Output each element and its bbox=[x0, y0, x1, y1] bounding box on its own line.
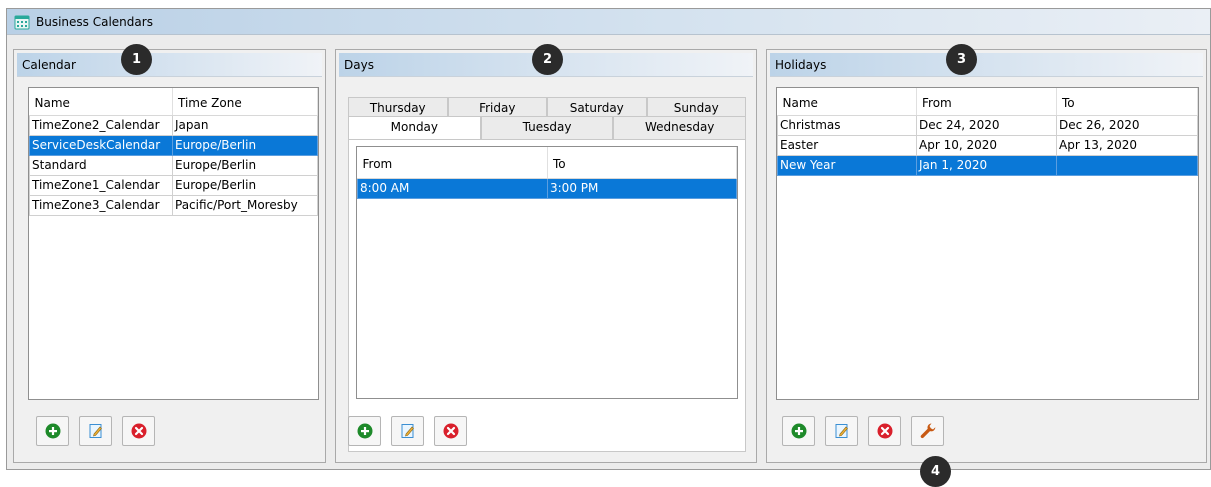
holidays-grid: Name From To Christmas Dec 24, 2020 Dec … bbox=[777, 88, 1198, 176]
column-header-to[interactable]: To bbox=[547, 147, 737, 179]
cell-to bbox=[1056, 154, 1198, 176]
calendar-grid: Name Time Zone TimeZone2_Calendar Japan … bbox=[29, 88, 318, 216]
day-tabs: Thursday Friday Saturday Sunday Monday T… bbox=[348, 97, 747, 452]
column-header-name[interactable]: Name bbox=[29, 88, 173, 116]
title-bar: Business Calendars bbox=[7, 9, 1210, 35]
table-row[interactable]: TimeZone3_Calendar Pacific/Port_Moresby bbox=[29, 194, 318, 216]
tab-monday[interactable]: Monday bbox=[348, 116, 481, 139]
tab-friday[interactable]: Friday bbox=[447, 97, 547, 117]
tab-saturday[interactable]: Saturday bbox=[547, 97, 647, 117]
cell-name: Christmas bbox=[777, 114, 917, 136]
cell-from: Jan 1, 2020 bbox=[916, 154, 1057, 176]
edit-document-icon bbox=[401, 424, 414, 438]
cell-name: TimeZone3_Calendar bbox=[29, 194, 173, 216]
plus-circle-icon bbox=[357, 423, 372, 439]
holidays-table[interactable]: Name From To Christmas Dec 24, 2020 Dec … bbox=[776, 87, 1199, 400]
column-header-time-zone[interactable]: Time Zone bbox=[172, 88, 318, 116]
holidays-panel: Holidays Name From To Christmas Dec 24, … bbox=[766, 49, 1207, 463]
table-row[interactable]: TimeZone1_Calendar Europe/Berlin bbox=[29, 174, 318, 196]
edit-document-icon bbox=[835, 424, 848, 438]
tab-tuesday[interactable]: Tuesday bbox=[480, 116, 614, 139]
delete-hours-button[interactable] bbox=[434, 416, 467, 446]
tab-wednesday[interactable]: Wednesday bbox=[613, 116, 747, 139]
calendar-panel: Calendar Name Time Zone TimeZone2_Calend… bbox=[13, 49, 326, 463]
cell-name: TimeZone2_Calendar bbox=[29, 114, 173, 136]
tab-row-back: Thursday Friday Saturday Sunday bbox=[348, 97, 746, 117]
days-panel-title: Days bbox=[344, 57, 374, 72]
cell-time-zone: Europe/Berlin bbox=[172, 154, 318, 176]
tab-content-monday: From To 8:00 AM 3:00 PM bbox=[348, 139, 746, 452]
holidays-toolbar bbox=[782, 416, 944, 446]
business-calendars-window: Business Calendars Calendar Name Time Zo… bbox=[6, 8, 1211, 470]
holidays-panel-header: Holidays bbox=[770, 53, 1203, 77]
delete-calendar-button[interactable] bbox=[122, 416, 155, 446]
callout-badge-4: 4 bbox=[920, 456, 951, 487]
add-calendar-button[interactable] bbox=[36, 416, 69, 446]
holidays-panel-title: Holidays bbox=[775, 57, 827, 72]
cell-name: ServiceDeskCalendar bbox=[29, 134, 173, 156]
column-header-from[interactable]: From bbox=[357, 147, 548, 179]
cell-from: 8:00 AM bbox=[357, 177, 548, 199]
table-row[interactable]: TimeZone2_Calendar Japan bbox=[29, 114, 318, 136]
calendar-table[interactable]: Name Time Zone TimeZone2_Calendar Japan … bbox=[28, 87, 319, 400]
plus-circle-icon bbox=[45, 423, 60, 439]
calendar-toolbar bbox=[36, 416, 155, 446]
days-toolbar bbox=[348, 416, 467, 446]
cell-time-zone: Pacific/Port_Moresby bbox=[172, 194, 318, 216]
wrench-icon bbox=[920, 423, 935, 439]
cell-time-zone: Japan bbox=[172, 114, 318, 136]
tab-thursday[interactable]: Thursday bbox=[348, 97, 448, 117]
add-hours-button[interactable] bbox=[348, 416, 381, 446]
delete-holiday-button[interactable] bbox=[868, 416, 901, 446]
cell-from: Dec 24, 2020 bbox=[916, 114, 1057, 136]
column-header-name[interactable]: Name bbox=[777, 88, 917, 116]
cell-to: Apr 13, 2020 bbox=[1056, 134, 1198, 156]
table-row-selected[interactable]: 8:00 AM 3:00 PM bbox=[357, 177, 737, 199]
window-title: Business Calendars bbox=[36, 14, 153, 29]
tab-row-front: Monday Tuesday Wednesday bbox=[348, 116, 747, 139]
hours-table[interactable]: From To 8:00 AM 3:00 PM bbox=[356, 146, 738, 399]
edit-calendar-button[interactable] bbox=[79, 416, 112, 446]
cell-to: 3:00 PM bbox=[547, 177, 737, 199]
edit-hours-button[interactable] bbox=[391, 416, 424, 446]
cell-name: Easter bbox=[777, 134, 917, 156]
configure-holidays-button[interactable] bbox=[911, 416, 944, 446]
days-panel: Days Thursday Friday Saturday Sunday Mon… bbox=[335, 49, 757, 463]
edit-document-icon bbox=[89, 424, 102, 438]
column-header-from[interactable]: From bbox=[916, 88, 1057, 116]
calendar-panel-title: Calendar bbox=[22, 57, 76, 72]
cell-name: TimeZone1_Calendar bbox=[29, 174, 173, 196]
tab-sunday[interactable]: Sunday bbox=[646, 97, 746, 117]
delete-x-icon bbox=[877, 423, 892, 439]
table-row-selected[interactable]: New Year Jan 1, 2020 bbox=[777, 154, 1198, 176]
table-row[interactable]: Easter Apr 10, 2020 Apr 13, 2020 bbox=[777, 134, 1198, 156]
hours-grid: From To 8:00 AM 3:00 PM bbox=[357, 147, 737, 199]
cell-name: New Year bbox=[777, 154, 917, 176]
table-row-selected[interactable]: ServiceDeskCalendar Europe/Berlin bbox=[29, 134, 318, 156]
cell-time-zone: Europe/Berlin bbox=[172, 174, 318, 196]
callout-badge-2: 2 bbox=[532, 44, 563, 75]
cell-to: Dec 26, 2020 bbox=[1056, 114, 1198, 136]
plus-circle-icon bbox=[791, 423, 806, 439]
cell-time-zone: Europe/Berlin bbox=[172, 134, 318, 156]
delete-x-icon bbox=[131, 423, 146, 439]
cell-name: Standard bbox=[29, 154, 173, 176]
callout-badge-1: 1 bbox=[121, 44, 152, 75]
table-row[interactable]: Christmas Dec 24, 2020 Dec 26, 2020 bbox=[777, 114, 1198, 136]
column-header-to[interactable]: To bbox=[1056, 88, 1198, 116]
delete-x-icon bbox=[443, 423, 458, 439]
edit-holiday-button[interactable] bbox=[825, 416, 858, 446]
callout-badge-3: 3 bbox=[946, 44, 977, 75]
calendar-panel-header: Calendar bbox=[17, 53, 322, 77]
table-row[interactable]: Standard Europe/Berlin bbox=[29, 154, 318, 176]
cell-from: Apr 10, 2020 bbox=[916, 134, 1057, 156]
add-holiday-button[interactable] bbox=[782, 416, 815, 446]
calendar-icon bbox=[14, 14, 30, 30]
